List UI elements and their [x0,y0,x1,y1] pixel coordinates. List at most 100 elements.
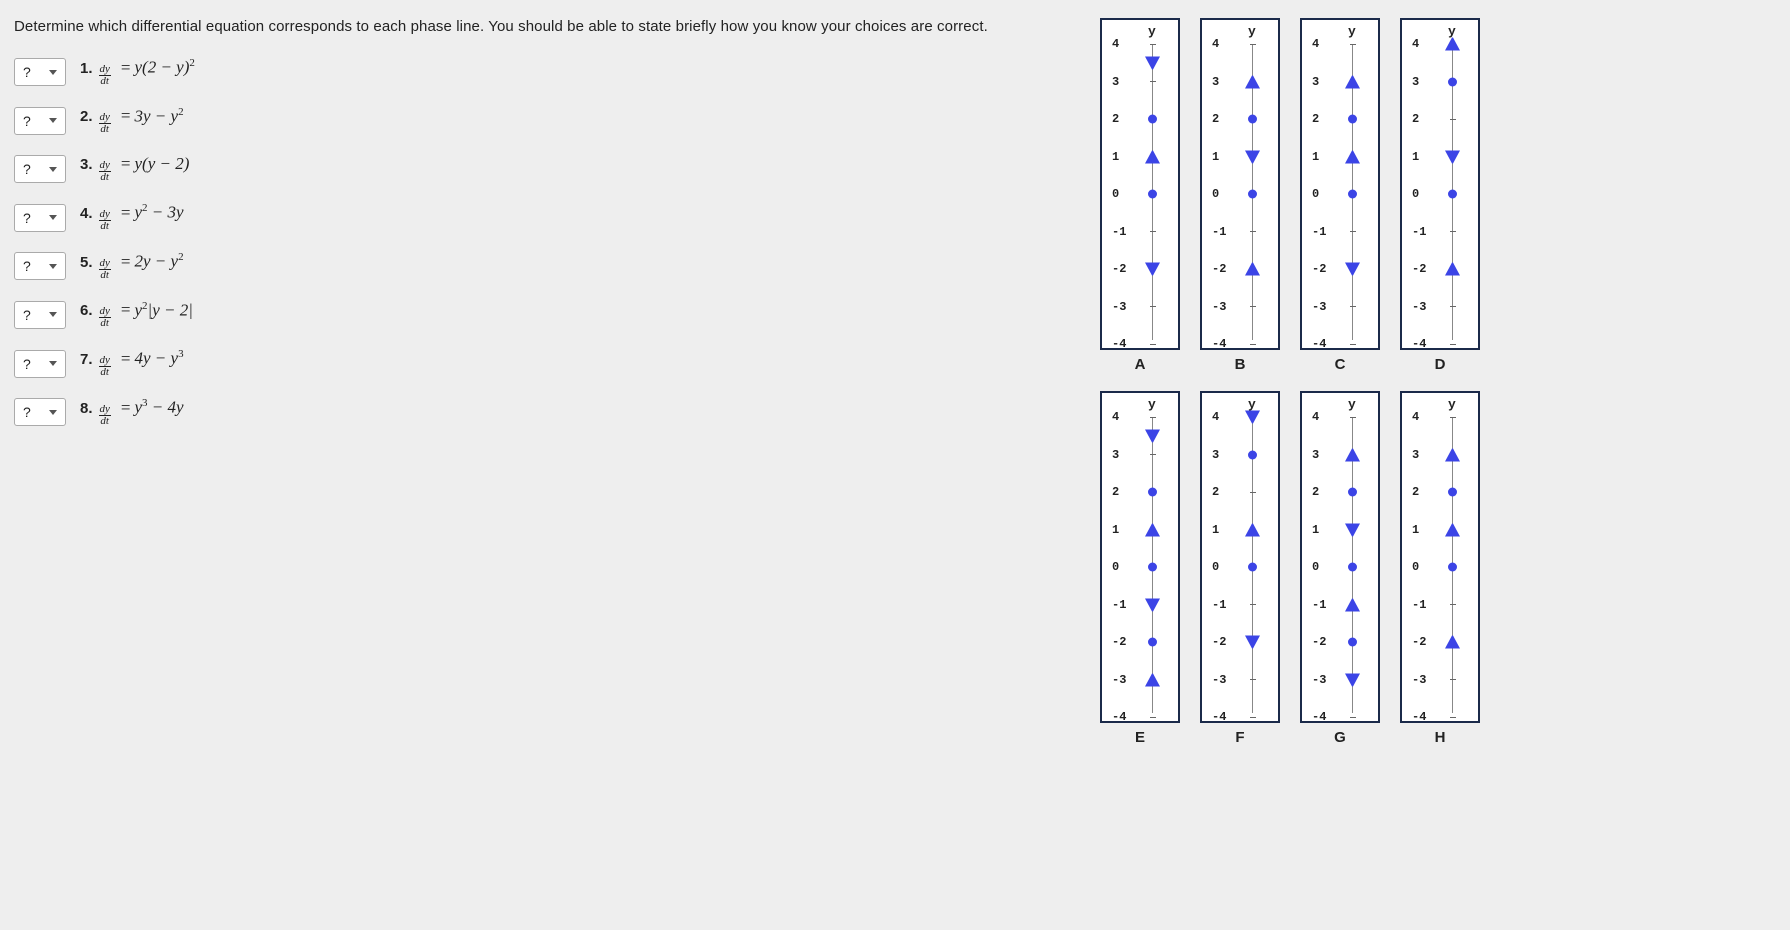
equilibrium-point-icon [1248,563,1257,572]
tick-label: 0 [1312,187,1348,201]
tick-label: 1 [1212,150,1248,164]
arrow-down-icon [1145,56,1160,69]
tick-label: 2 [1112,112,1148,126]
equation-rhs: =y2 − 3y [117,202,184,223]
axis-label: y [1348,397,1356,412]
tick-label: -2 [1212,635,1248,649]
answer-select[interactable]: ? [14,398,66,426]
answer-select[interactable]: ? [14,204,66,232]
dy-dt-icon: dy dt [99,64,111,87]
equation-number: 6. [80,302,93,319]
select-value: ? [23,356,31,372]
tick-label: -1 [1212,225,1248,239]
tick-label: -4 [1212,337,1248,351]
equation-number: 5. [80,254,93,271]
answer-select[interactable]: ? [14,107,66,135]
tick-label: 4 [1312,410,1348,424]
chevron-down-icon [49,312,57,317]
equation-label: 5. dy dt =2y − y2 [80,251,184,282]
tick-label: 0 [1312,560,1348,574]
tick-label: 4 [1212,37,1248,51]
phase-line-plot: y43210-1-2-3-4 [1400,18,1480,350]
tick-label: -2 [1312,262,1348,276]
arrow-up-icon [1145,673,1160,686]
equation-label: 3. dy dt =y(y − 2) [80,154,189,184]
arrow-down-icon [1245,411,1260,424]
equation-label: 1. dy dt =y(2 − y)2 [80,57,195,88]
tick-label: -3 [1212,300,1248,314]
tick-label: 1 [1312,150,1348,164]
tick-label: 4 [1412,410,1448,424]
equilibrium-point-icon [1348,563,1357,572]
axis-label: y [1348,24,1356,39]
equation-rhs: =y(2 − y)2 [117,57,195,78]
arrow-down-icon [1445,150,1460,163]
equilibrium-point-icon [1348,488,1357,497]
chevron-down-icon [49,410,57,415]
equilibrium-point-icon [1248,190,1257,199]
phase-line-cell: y43210-1-2-3-4 E [1094,391,1186,746]
tick-label: 4 [1212,410,1248,424]
question-row: ? 7. dy dt =4y − y3 [14,348,1054,379]
tick-label: 3 [1412,448,1448,462]
chevron-down-icon [49,118,57,123]
arrow-up-icon [1345,150,1360,163]
answer-select[interactable]: ? [14,58,66,86]
phase-line-plot: y43210-1-2-3-4 [1100,391,1180,723]
tick-label: 1 [1412,523,1448,537]
tick-label: 2 [1112,485,1148,499]
chevron-down-icon [49,361,57,366]
tick-label: 4 [1412,37,1448,51]
phase-line-cell: y43210-1-2-3-4F [1194,391,1286,746]
answer-select[interactable]: ? [14,155,66,183]
tick-label: 1 [1112,150,1148,164]
tick-label: -2 [1112,635,1148,649]
dy-dt-icon: dy dt [99,209,111,232]
equilibrium-point-icon [1448,563,1457,572]
tick-label: 3 [1212,448,1248,462]
tick-label: 0 [1212,560,1248,574]
select-value: ? [23,404,31,420]
tick-label: 4 [1112,410,1148,424]
question-row: ? 5. dy dt =2y − y2 [14,251,1054,282]
phase-line-label: E [1135,729,1145,746]
tick-label: -4 [1112,337,1148,351]
equation-rhs: =3y − y2 [117,106,184,127]
axis-label: y [1248,24,1256,39]
select-value: ? [23,113,31,129]
phase-line-label: G [1334,729,1346,746]
phase-line-plot: y43210-1-2-3-4 [1300,18,1380,350]
equilibrium-point-icon [1448,190,1457,199]
arrow-down-icon [1145,429,1160,442]
tick-label: -2 [1212,262,1248,276]
equation-rhs: =4y − y3 [117,348,184,369]
tick-label: 0 [1112,187,1148,201]
dy-dt-icon: dy dt [99,160,111,183]
tick-label: 0 [1412,187,1448,201]
arrow-up-icon [1445,448,1460,461]
answer-select[interactable]: ? [14,301,66,329]
phase-line-label: B [1235,356,1246,373]
equilibrium-point-icon [1448,77,1457,86]
tick-label: 2 [1212,485,1248,499]
tick-label: -4 [1312,337,1348,351]
tick-label: 2 [1412,485,1448,499]
equilibrium-point-icon [1248,115,1257,124]
phase-line-plot: y43210-1-2-3-4 [1200,391,1280,723]
arrow-up-icon [1445,263,1460,276]
arrow-down-icon [1245,150,1260,163]
arrow-up-icon [1245,263,1260,276]
select-value: ? [23,258,31,274]
tick-label: 3 [1312,75,1348,89]
tick-label: 2 [1312,485,1348,499]
answer-select[interactable]: ? [14,350,66,378]
chevron-down-icon [49,167,57,172]
axis-label: y [1148,24,1156,39]
equilibrium-point-icon [1148,115,1157,124]
equilibrium-point-icon [1148,563,1157,572]
tick-label: -3 [1112,300,1148,314]
answer-select[interactable]: ? [14,252,66,280]
equation-number: 7. [80,351,93,368]
tick-label: -2 [1412,635,1448,649]
tick-label: -3 [1412,673,1448,687]
